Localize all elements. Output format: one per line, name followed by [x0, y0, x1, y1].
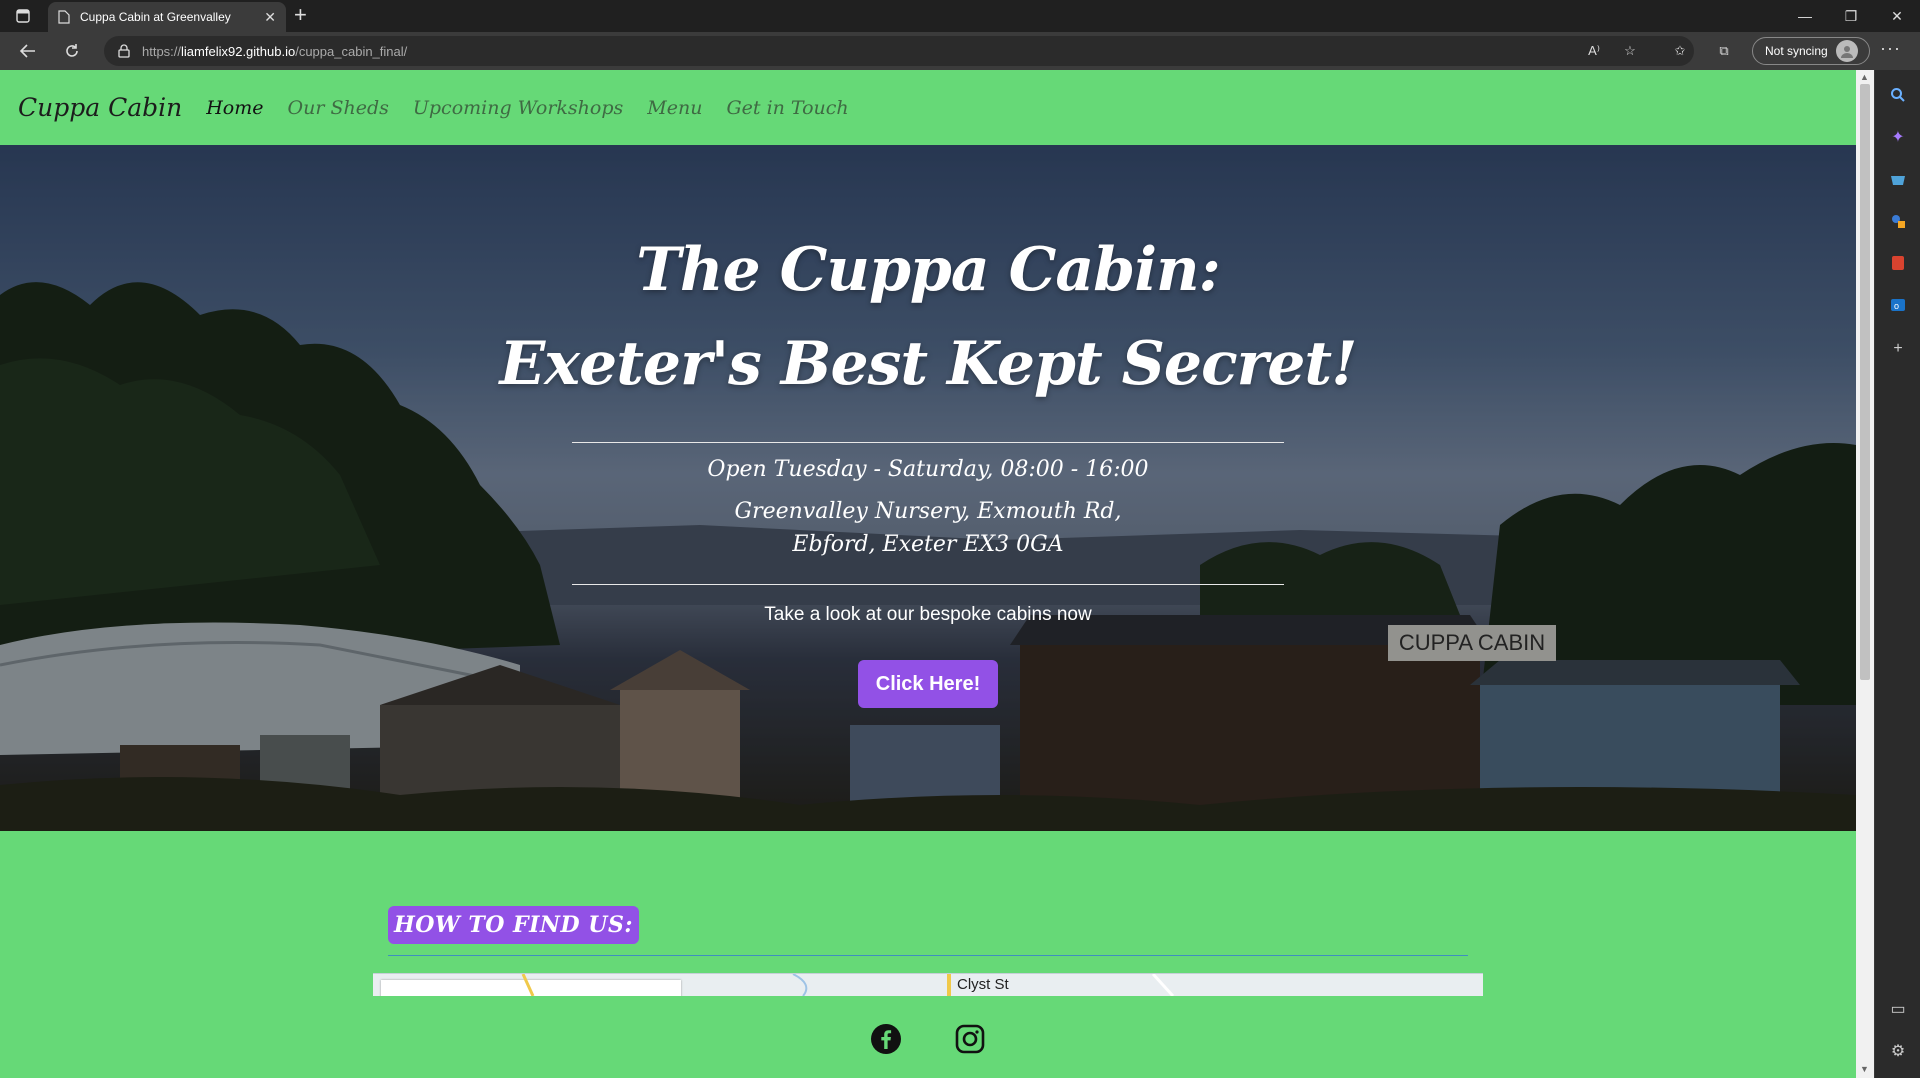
social-links	[0, 1022, 1856, 1056]
hero-divider-top	[572, 442, 1284, 443]
tab-actions-icon	[16, 9, 30, 23]
address-line-1: Greenvalley Nursery, Exmouth Rd,	[734, 499, 1122, 524]
cta-text: Take a look at our bespoke cabins now	[764, 604, 1092, 625]
shopping-icon[interactable]	[1887, 168, 1909, 190]
tab-actions-button[interactable]	[10, 4, 36, 28]
embedded-map[interactable]: Clyst St	[373, 973, 1483, 996]
page-favicon-icon	[58, 10, 70, 24]
hero-title-line-2: Exeter's Best Kept Secret!	[499, 329, 1358, 399]
nav-link-menu[interactable]: Menu	[647, 97, 702, 119]
site-navbar: Cuppa Cabin Home Our Sheds Upcoming Work…	[0, 70, 1856, 145]
scroll-up-icon[interactable]: ▲	[1860, 72, 1869, 82]
minimize-icon[interactable]: —	[1782, 0, 1828, 32]
browser-sidebar: ✦ o + ▭ ⚙	[1874, 70, 1920, 1078]
scrollbar-thumb[interactable]	[1860, 84, 1870, 680]
find-us-divider	[388, 955, 1468, 956]
hero-content: The Cuppa Cabin: Exeter's Best Kept Secr…	[0, 145, 1856, 831]
address-bar[interactable]: https://liamfelix92.github.io/cuppa_cabi…	[104, 36, 1694, 66]
address-line-2: Ebford, Exeter EX3 0GA	[792, 532, 1064, 557]
settings-more-button[interactable]: ···	[1880, 38, 1901, 59]
copilot-icon[interactable]: ✦	[1887, 126, 1909, 148]
sync-label: Not syncing	[1765, 44, 1828, 58]
how-to-find-us-heading: HOW TO FIND US:	[388, 906, 639, 944]
tools-icon[interactable]	[1887, 210, 1909, 232]
instagram-icon	[955, 1024, 985, 1054]
nav-link-our-sheds[interactable]: Our Sheds	[288, 97, 389, 119]
facebook-icon	[871, 1024, 901, 1054]
nav-link-get-in-touch[interactable]: Get in Touch	[726, 97, 848, 119]
url-path: /cuppa_cabin_final/	[295, 43, 408, 59]
nav-link-upcoming-workshops[interactable]: Upcoming Workshops	[413, 97, 623, 119]
web-page: Cuppa Cabin Home Our Sheds Upcoming Work…	[0, 70, 1856, 1078]
refresh-icon	[66, 44, 78, 57]
scroll-down-icon[interactable]: ▼	[1860, 1064, 1869, 1074]
hero-title-line-1: The Cuppa Cabin:	[636, 235, 1221, 305]
search-icon[interactable]	[1887, 84, 1909, 106]
hero-divider-bottom	[572, 584, 1284, 585]
outlook-icon[interactable]: o	[1887, 294, 1909, 316]
instagram-link[interactable]	[953, 1022, 987, 1056]
read-aloud-icon[interactable]: A⁾	[1582, 40, 1606, 62]
close-window-icon[interactable]: ✕	[1874, 0, 1920, 32]
back-button[interactable]	[14, 39, 42, 63]
window-controls: — ❐ ✕	[1782, 0, 1920, 32]
hide-sidebar-icon[interactable]: ▭	[1887, 998, 1909, 1020]
back-arrow-icon	[19, 44, 35, 58]
hero-section: CUPPA CABIN The Cuppa Cabin: Exeter's Be…	[0, 145, 1856, 831]
site-brand-link[interactable]: Cuppa Cabin	[18, 93, 182, 122]
tab-close-icon[interactable]: ✕	[264, 9, 276, 26]
new-tab-button[interactable]: +	[294, 3, 307, 27]
avatar-icon	[1840, 46, 1853, 58]
profile-sync-button[interactable]: Not syncing	[1752, 37, 1870, 65]
browser-toolbar: https://liamfelix92.github.io/cuppa_cabi…	[0, 32, 1920, 70]
office-icon[interactable]	[1887, 252, 1909, 274]
refresh-button[interactable]	[58, 39, 86, 63]
avatar	[1835, 40, 1858, 62]
facebook-link[interactable]	[869, 1022, 903, 1056]
click-here-button[interactable]: Click Here!	[858, 660, 998, 708]
collections-icon[interactable]: ⧉	[1712, 40, 1736, 62]
page-scrollbar[interactable]: ▲ ▼	[1856, 70, 1874, 1078]
add-sidebar-app-icon[interactable]: +	[1887, 338, 1909, 360]
restore-icon[interactable]: ❐	[1828, 0, 1874, 32]
url-prefix: https://	[142, 43, 182, 59]
browser-tab-bar: Cuppa Cabin at Greenvalley ✕ + — ❐ ✕	[0, 0, 1920, 32]
svg-text:o: o	[1894, 301, 1899, 311]
lock-icon[interactable]	[118, 44, 130, 58]
tab-title: Cuppa Cabin at Greenvalley	[80, 10, 231, 24]
map-road-label: Clyst St	[957, 976, 1009, 993]
add-favorite-icon[interactable]: ☆	[1618, 40, 1642, 62]
opening-hours: Open Tuesday - Saturday, 08:00 - 16:00	[707, 457, 1149, 482]
active-tab[interactable]: Cuppa Cabin at Greenvalley ✕	[48, 2, 286, 32]
sidebar-settings-icon[interactable]: ⚙	[1887, 1040, 1909, 1062]
url-text: https://liamfelix92.github.io/cuppa_cabi…	[142, 44, 407, 59]
url-host: liamfelix92.github.io	[181, 43, 296, 59]
nav-link-home[interactable]: Home	[206, 97, 263, 119]
favorites-icon[interactable]: ✩	[1668, 40, 1692, 62]
map-roads-graphic	[521, 974, 1175, 996]
